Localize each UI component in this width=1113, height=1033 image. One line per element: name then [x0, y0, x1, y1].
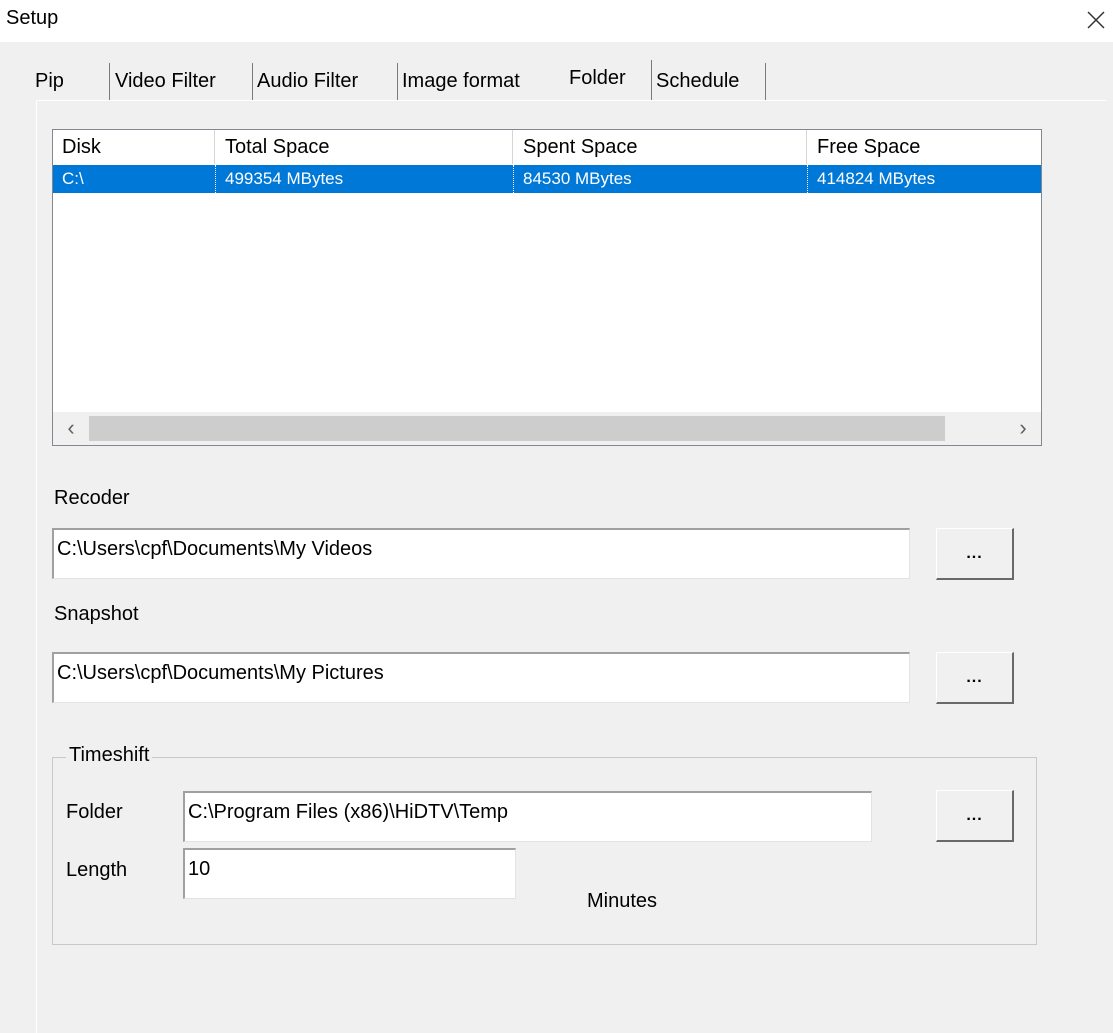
tab-audio-filter-label: Audio Filter — [257, 70, 359, 92]
timeshift-group-label: Timeshift — [66, 744, 153, 767]
cell-free-space: 414824 MBytes — [817, 169, 936, 188]
snapshot-label: Snapshot — [54, 603, 139, 625]
snapshot-path-input[interactable]: C:\Users\cpf\Documents\My Pictures — [52, 652, 910, 703]
recorder-path-input[interactable]: C:\Users\cpf\Documents\My Videos — [52, 528, 910, 579]
close-icon[interactable] — [1085, 9, 1107, 31]
recorder-label: Recoder — [54, 487, 130, 509]
tab-schedule-label: Schedule — [656, 70, 740, 92]
tab-image-format[interactable]: Image format — [399, 63, 563, 101]
timeshift-length-input[interactable]: 10 — [183, 848, 516, 899]
tab-schedule[interactable]: Schedule — [653, 63, 766, 101]
cell-total-space: 499354 MBytes — [216, 165, 514, 193]
timeshift-folder-label: Folder — [66, 801, 123, 823]
scroll-thumb[interactable] — [89, 416, 945, 441]
column-header-spent-space[interactable]: Spent Space — [514, 130, 807, 164]
timeshift-browse-button[interactable]: ... — [936, 790, 1014, 842]
cell-disk: C:\ — [53, 165, 216, 193]
window-title: Setup — [6, 7, 59, 29]
horizontal-scrollbar[interactable]: ‹ › — [53, 412, 1041, 445]
disk-list[interactable]: Disk Total Space Spent Space Free Space … — [52, 129, 1042, 446]
title-bar: Setup — [0, 0, 1113, 42]
disk-list-header: Disk Total Space Spent Space Free Space — [53, 130, 1041, 164]
column-header-total-space[interactable]: Total Space — [216, 130, 513, 164]
recorder-browse-button[interactable]: ... — [936, 528, 1014, 580]
tab-folder[interactable]: Folder — [566, 60, 652, 101]
scroll-right-icon[interactable]: › — [1005, 412, 1041, 445]
column-header-free-space[interactable]: Free Space — [808, 130, 1041, 164]
snapshot-browse-button[interactable]: ... — [936, 652, 1014, 704]
tab-pip[interactable]: Pip — [32, 63, 110, 101]
tab-pip-label: Pip — [35, 70, 64, 92]
tab-video-filter[interactable]: Video Filter — [112, 63, 253, 101]
timeshift-length-unit: Minutes — [587, 890, 658, 912]
tab-image-format-label: Image format — [402, 70, 520, 92]
timeshift-folder-input[interactable]: C:\Program Files (x86)\HiDTV\Temp — [183, 791, 872, 842]
timeshift-length-label: Length — [66, 859, 128, 881]
tab-audio-filter[interactable]: Audio Filter — [254, 63, 398, 101]
table-row[interactable]: C:\ 499354 MBytes 84530 MBytes 414824 MB… — [53, 165, 1041, 193]
cell-spent-space: 84530 MBytes — [514, 165, 808, 193]
column-header-disk[interactable]: Disk — [53, 130, 215, 164]
tab-folder-label: Folder — [569, 67, 626, 89]
scroll-left-icon[interactable]: ‹ — [53, 412, 89, 445]
tab-video-filter-label: Video Filter — [115, 70, 216, 92]
